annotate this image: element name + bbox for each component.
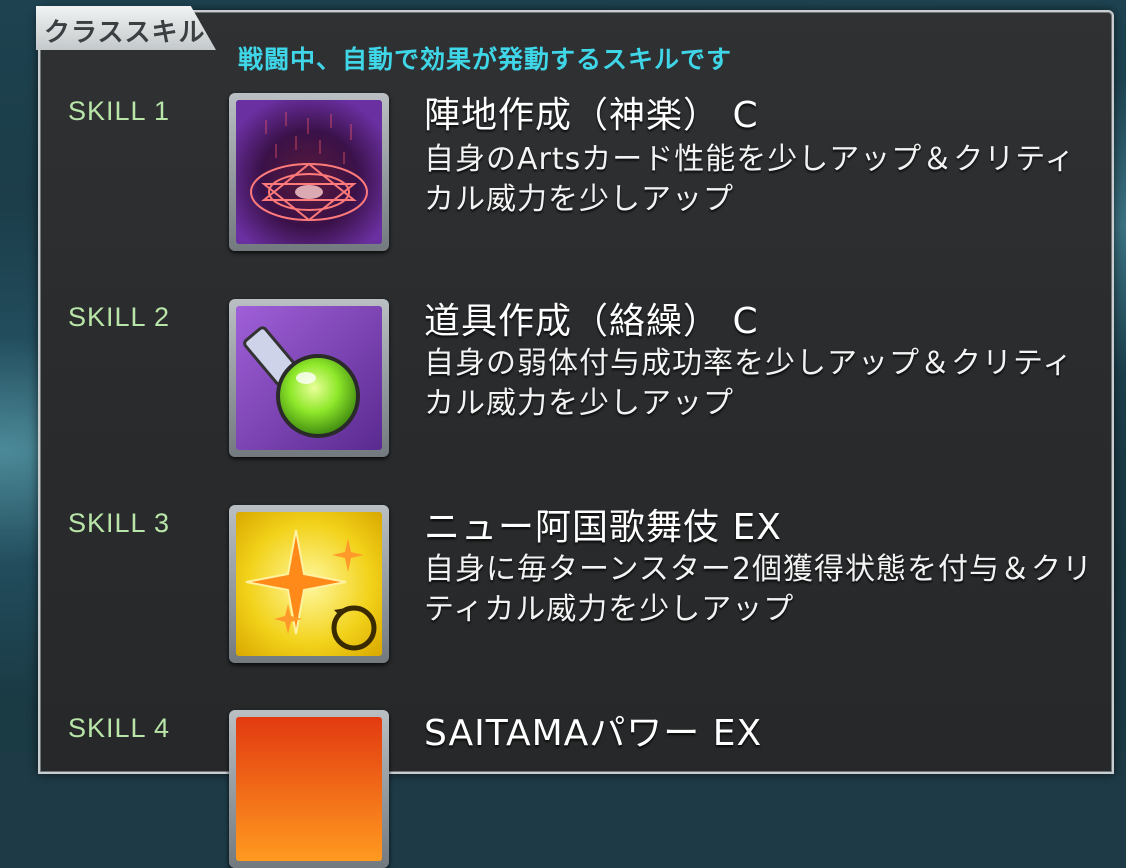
magic-circle-icon xyxy=(236,100,382,244)
skill-label-3: SKILL 3 xyxy=(68,508,171,538)
power-up-icon xyxy=(236,717,382,861)
skill-label-2: SKILL 2 xyxy=(68,302,171,332)
skill-icon-frame-2[interactable] xyxy=(229,299,389,457)
panel-subtitle: 戦闘中、自動で効果が発動するスキルです xyxy=(238,45,733,74)
skill-description-2: 自身の弱体付与成功率を少しアップ＆クリティカル威力を少しアップ xyxy=(424,346,1074,421)
skill-icon-frame-3[interactable] xyxy=(229,505,389,663)
skill-icon-frame-1[interactable] xyxy=(229,93,389,251)
skill-name-2: 道具作成（絡繰） C xyxy=(424,301,759,342)
skill-description-1: 自身のArtsカード性能を少しアップ＆クリティカル威力を少しアップ xyxy=(424,142,1076,217)
star-gain-icon xyxy=(236,512,382,656)
skill-name-3: ニュー阿国歌舞伎 EX xyxy=(424,507,782,548)
skill-icon-frame-4[interactable] xyxy=(229,710,389,868)
skill-description-3: 自身に毎ターンスター2個獲得状態を付与＆クリティカル威力を少しアップ xyxy=(424,552,1093,627)
potion-flask-icon xyxy=(236,306,382,450)
skill-label-4: SKILL 4 xyxy=(68,713,171,743)
panel-title: クラススキル xyxy=(44,18,206,48)
skill-name-4: SAITAMAパワー EX xyxy=(424,713,763,754)
skill-name-1: 陣地作成（神楽） C xyxy=(424,95,759,136)
skill-label-1: SKILL 1 xyxy=(68,96,171,126)
